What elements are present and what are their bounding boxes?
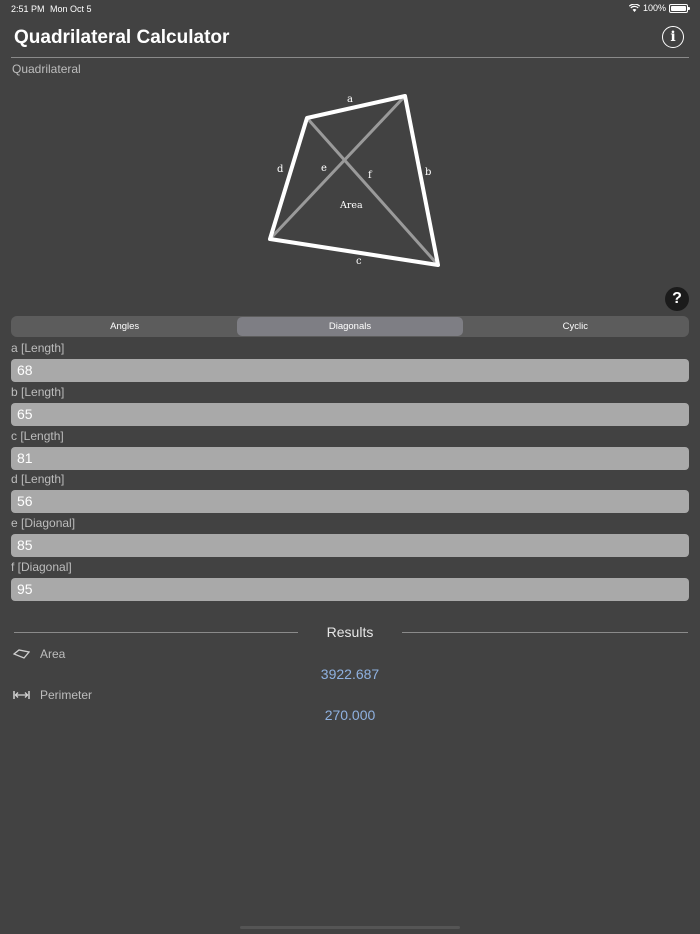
perimeter-value: 270.000	[324, 707, 376, 723]
info-button[interactable]: i	[662, 26, 684, 48]
input-d[interactable]	[11, 490, 689, 513]
field-d: d [Length]	[11, 472, 689, 513]
results-divider-right	[402, 632, 688, 633]
results-title: Results	[326, 624, 374, 640]
question-icon: ?	[672, 290, 682, 307]
input-a[interactable]	[11, 359, 689, 382]
perimeter-label: Perimeter	[40, 688, 93, 702]
tab-diagonals[interactable]: Diagonals	[237, 317, 463, 336]
field-e: e [Diagonal]	[11, 516, 689, 557]
field-b-label: b [Length]	[11, 385, 65, 399]
section-label: Quadrilateral	[12, 62, 81, 76]
label-b: b	[425, 167, 431, 178]
perimeter-icon	[13, 691, 30, 699]
status-right: 100%	[628, 3, 690, 13]
page-title: Quadrilateral Calculator	[14, 27, 230, 48]
field-e-label: e [Diagonal]	[11, 516, 76, 530]
status-time: 2:51 PM	[11, 4, 45, 14]
label-area: Area	[339, 200, 363, 211]
battery-percent: 100%	[642, 3, 666, 13]
info-icon: i	[670, 29, 676, 45]
quadrilateral-diagram: a b c d e f Area	[268, 94, 440, 267]
field-c-label: c [Length]	[11, 429, 64, 443]
result-area-row: Area	[13, 647, 65, 661]
input-c[interactable]	[11, 447, 689, 470]
input-b[interactable]	[11, 403, 689, 426]
field-a-label: a [Length]	[11, 341, 65, 355]
field-c: c [Length]	[11, 429, 689, 470]
status-bar: 2:51 PM Mon Oct 5 100%	[0, 0, 700, 18]
help-button[interactable]: ?	[665, 287, 689, 311]
results-divider-left	[14, 632, 298, 633]
quadrilateral-outline	[268, 94, 440, 267]
field-d-label: d [Length]	[11, 472, 65, 486]
battery-icon	[669, 3, 690, 13]
label-a: a	[347, 94, 353, 105]
label-c: c	[356, 256, 362, 267]
field-f: f [Diagonal]	[11, 560, 689, 601]
label-e: e	[321, 163, 327, 174]
field-b: b [Length]	[11, 385, 689, 426]
tab-cyclic[interactable]: Cyclic	[463, 317, 688, 336]
label-f: f	[368, 170, 373, 181]
area-value: 3922.687	[320, 666, 380, 682]
result-perimeter-row: Perimeter	[13, 688, 92, 702]
title-divider	[11, 57, 689, 58]
label-d: d	[277, 164, 284, 175]
home-indicator	[240, 926, 460, 929]
field-a: a [Length]	[11, 341, 689, 382]
tab-angles[interactable]: Angles	[12, 317, 237, 336]
mode-segmented-control: Angles Diagonals Cyclic	[11, 316, 689, 337]
diagonal-e	[305, 117, 440, 266]
wifi-icon	[628, 4, 640, 12]
area-icon	[13, 649, 30, 659]
area-label: Area	[40, 647, 66, 661]
status-date: Mon Oct 5	[50, 4, 92, 14]
input-e[interactable]	[11, 534, 689, 557]
results-header: Results	[0, 624, 700, 642]
field-f-label: f [Diagonal]	[11, 560, 72, 574]
input-f[interactable]	[11, 578, 689, 601]
